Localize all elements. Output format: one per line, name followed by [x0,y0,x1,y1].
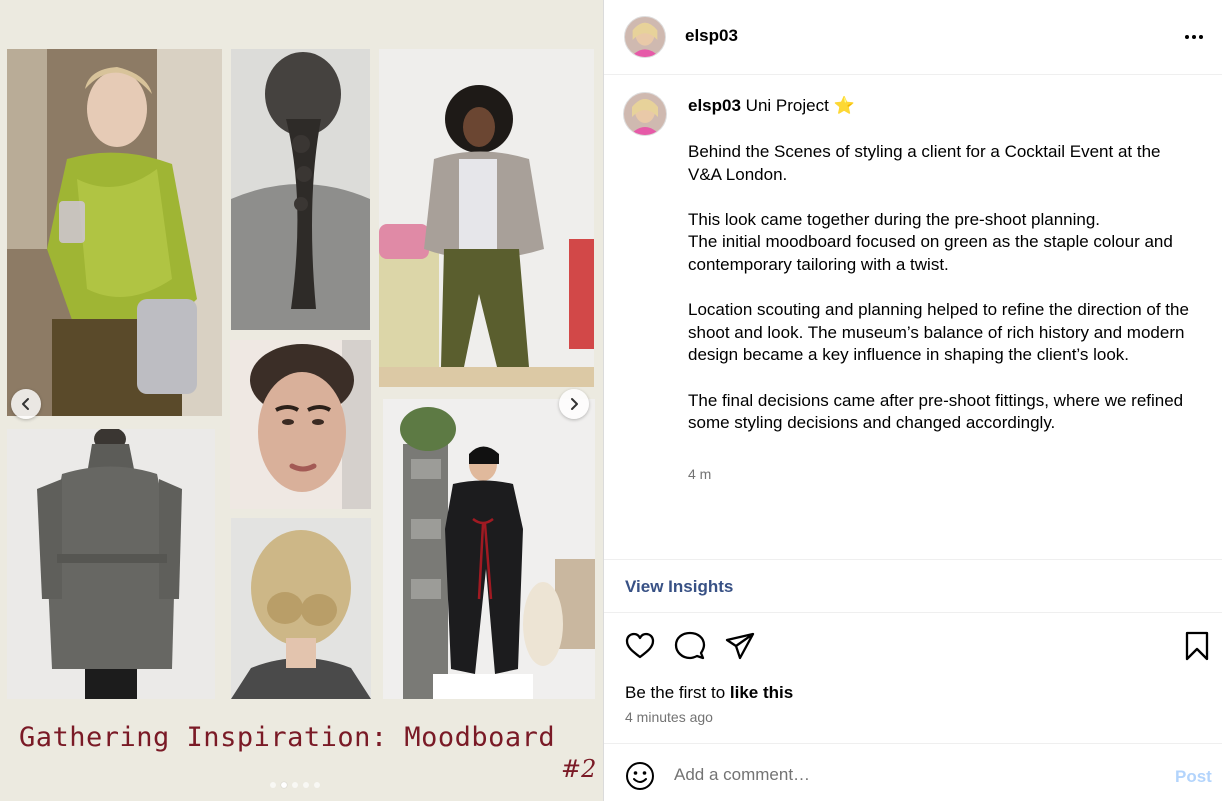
carousel-dot[interactable] [270,782,276,788]
likes-prefix: Be the first to [625,683,730,702]
like-this-link[interactable]: like this [730,683,793,702]
carousel-dot[interactable] [292,782,298,788]
moodboard-photo-green-top [7,49,222,416]
moodboard-photo-face-portrait [230,340,371,509]
caption-body: Behind the Scenes of styling a client fo… [688,141,1198,435]
likes-summary: Be the first to like this [625,683,793,703]
heart-icon [625,632,655,659]
insights-bar: View Insights [604,559,1222,613]
carousel-dot[interactable] [314,782,320,788]
comment-icon [674,631,706,660]
chevron-left-icon [22,398,29,410]
caption-title-line: elsp03 Uni Project ⭐ [688,96,855,116]
star-emoji-icon: ⭐ [833,96,855,115]
slide-caption: Gathering Inspiration: Moodboard [19,722,556,753]
carousel-previous-button[interactable] [11,389,41,419]
moodboard-photo-blonde-bun [231,518,371,699]
carousel-dots [270,782,320,788]
emoji-icon[interactable] [625,761,655,791]
carousel-next-button[interactable] [559,389,589,419]
post-actions: Be the first to like this 4 minutes ago [604,613,1222,743]
bookmark-icon [1185,631,1209,661]
post-media-carousel[interactable]: Gathering Inspiration: Moodboard #2 [0,0,603,801]
add-comment-bar: Post [604,743,1222,801]
moodboard-photo-grey-coat [7,429,215,699]
moodboard-photo-braided-hair [231,49,370,330]
caption-title: Uni Project [745,96,829,115]
post-timestamp[interactable]: 4 minutes ago [625,709,713,725]
chevron-right-icon [571,398,578,410]
post-details-panel: elsp03 elsp03 Uni Project ⭐ Behind the S… [603,0,1222,801]
view-insights-link[interactable]: View Insights [625,577,733,597]
share-button[interactable] [724,630,756,662]
post-header: elsp03 [604,0,1222,75]
moodboard-photo-grey-jacket [379,49,594,387]
author-avatar[interactable] [624,16,666,58]
comment-input[interactable] [674,760,1154,790]
moodboard-photo-black-jumpsuit [383,399,595,699]
caption-timestamp[interactable]: 4 m [688,466,711,482]
save-button[interactable] [1181,630,1213,662]
slide-number: #2 [561,755,597,783]
caption-paragraph: The final decisions came after pre-shoot… [688,390,1184,433]
like-button[interactable] [624,630,656,662]
comment-button[interactable] [674,630,706,662]
carousel-dot-active[interactable] [281,782,287,788]
post-comment-button[interactable]: Post [1175,767,1212,787]
author-username[interactable]: elsp03 [685,26,738,46]
caption-author-avatar[interactable] [623,92,667,136]
caption-paragraph: This look came together during the pre-s… [688,209,1173,274]
caption-paragraph: Location scouting and planning helped to… [688,300,1189,365]
caption-paragraph: Behind the Scenes of styling a client fo… [688,142,1161,184]
caption-username[interactable]: elsp03 [688,96,741,115]
share-icon [725,632,755,660]
carousel-dot[interactable] [303,782,309,788]
more-horizontal-icon[interactable] [1182,25,1206,49]
